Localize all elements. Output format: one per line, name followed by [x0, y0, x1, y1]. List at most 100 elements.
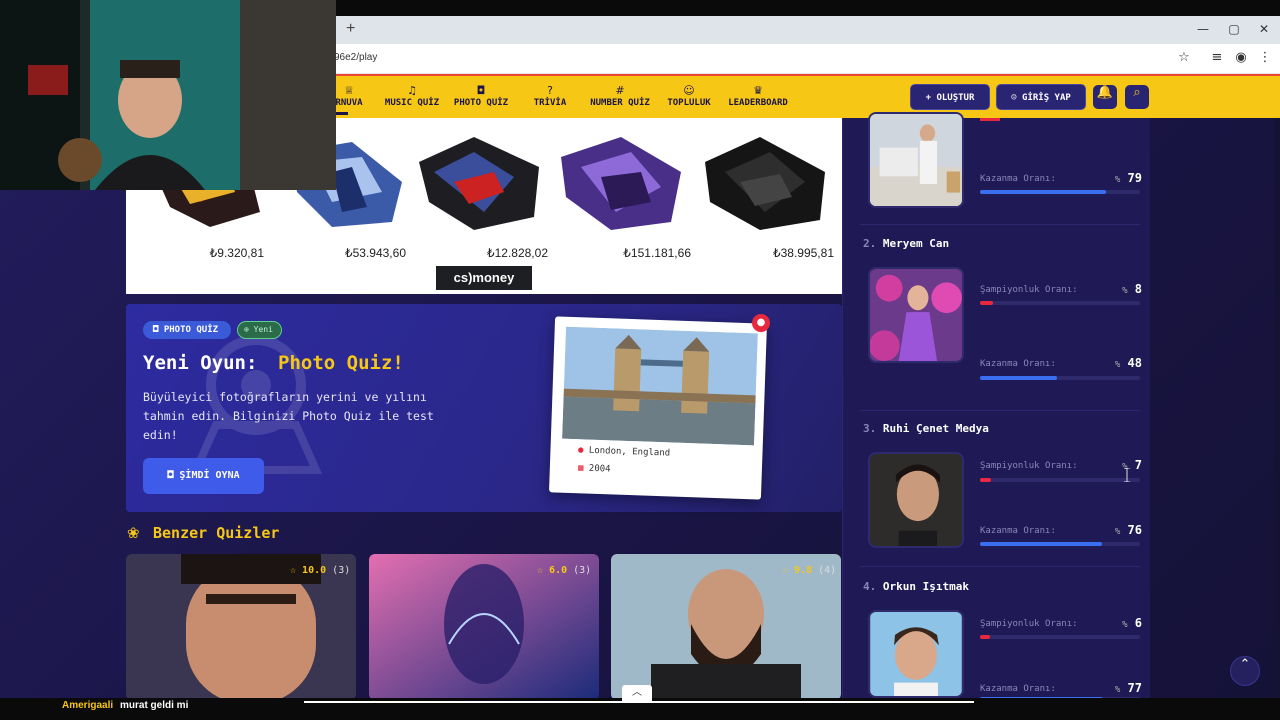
chevron-up-icon[interactable]: ︿	[622, 685, 652, 701]
rating-value: 9.8	[794, 565, 813, 576]
users-icon: ☺	[683, 84, 695, 97]
nav-item-number-quiz[interactable]: # NUMBER QUİZ	[587, 84, 653, 112]
webcam-overlay	[0, 0, 336, 190]
percent-sign: %	[1114, 527, 1121, 537]
nav-label: TRİVİA	[533, 98, 567, 108]
divider	[860, 224, 1140, 225]
champ-rate-bar	[980, 478, 1140, 482]
rank-number: 2.	[863, 237, 877, 250]
glove-image	[705, 137, 825, 230]
win-rate-label: Kazanma Oranı:	[980, 174, 1056, 184]
profile-icon[interactable]: ◉	[1233, 50, 1249, 66]
avatar[interactable]	[868, 610, 964, 698]
percent-sign: %	[1114, 175, 1121, 185]
win-rate-label: Kazanma Oranı:	[980, 359, 1056, 369]
promo-title: Yeni Oyun:	[143, 352, 258, 374]
camera-icon: ◘	[167, 470, 180, 481]
scroll-to-top-button[interactable]: ⌃	[1230, 656, 1260, 686]
glove-image	[419, 137, 539, 230]
video-progress-bar[interactable]	[304, 701, 974, 703]
avatar[interactable]	[868, 267, 964, 363]
champ-rate-fill	[980, 301, 993, 305]
rank-number: 4.	[863, 580, 877, 593]
rating-count: (3)	[573, 565, 592, 576]
percent-sign: %	[1114, 360, 1121, 370]
nav-label: LEADERBOARD	[728, 98, 788, 108]
search-icon[interactable]: ⌕	[1124, 84, 1150, 110]
new-badge: ⊕ Yeni	[237, 321, 282, 339]
promo-description: Büyüleyici fotoğrafların yerini ve yılın…	[143, 390, 434, 442]
win-rate-fill	[980, 542, 1102, 546]
win-rate-value: % 76	[1110, 523, 1142, 537]
leaderboard-rank-4: 4. Orkun Işıtmak	[863, 580, 969, 596]
champ-rate-fill	[980, 478, 992, 482]
create-button[interactable]: + OLUŞTUR	[910, 84, 990, 110]
win-rate-value: % 48	[1110, 356, 1142, 370]
csmoney-logo[interactable]: cs)money	[436, 266, 532, 290]
text-cursor-icon	[1124, 468, 1130, 482]
champ-rate-value: % 8	[1110, 282, 1142, 296]
photo-year: ▦ 2004	[578, 463, 611, 474]
bell-icon[interactable]: 🔔	[1092, 84, 1118, 110]
page-scrollbar[interactable]	[1274, 118, 1280, 698]
question-icon: ?	[547, 84, 553, 97]
login-button[interactable]: ☺ GİRİŞ YAP	[996, 84, 1086, 110]
screen: + — ▢ ✕ 96e2/play ☆ ≡ ◉ ⋮ ♕ RNUVA ♫ MUSIC …	[0, 0, 1280, 720]
glove-image	[561, 137, 681, 230]
player-name[interactable]: Meryem Can	[883, 237, 949, 250]
avatar[interactable]	[868, 112, 964, 208]
win-rate-value: % 79	[1110, 171, 1142, 185]
nav-item-tournament[interactable]: ♕ RNUVA	[334, 84, 364, 112]
location-pin-icon: ●	[752, 314, 770, 332]
win-rate-bar	[980, 542, 1140, 546]
rank-number: 3.	[863, 422, 877, 435]
nav-item-photo-quiz[interactable]: ◘ PHOTO QUİZ	[451, 84, 511, 112]
percent-sign: %	[1122, 286, 1128, 296]
percent-sign: %	[1122, 620, 1128, 630]
nav-item-community[interactable]: ☺ TOPLULUK	[664, 84, 714, 112]
player-name[interactable]: Ruhi Çenet Medya	[883, 422, 989, 435]
item-price: ₺38.995,81	[772, 246, 834, 260]
trophy-icon: ♕	[344, 84, 354, 97]
item-price: ₺53.943,60	[344, 246, 406, 260]
avatar[interactable]	[868, 452, 964, 548]
nav-item-music-quiz[interactable]: ♫ MUSIC QUİZ	[382, 84, 442, 112]
champ-rate-bar	[980, 635, 1140, 639]
nav-item-leaderboard[interactable]: ♛ LEADERBOARD	[726, 84, 790, 112]
nav-label: PHOTO QUİZ	[453, 98, 509, 108]
champ-rate-number: 6	[1134, 616, 1142, 630]
play-now-button[interactable]: ◘ ŞİMDİ OYNA	[143, 458, 264, 494]
new-tab-button[interactable]: +	[346, 20, 360, 38]
browser-menu-icon[interactable]: ⋮	[1257, 50, 1273, 66]
badge-label: Yeni	[253, 325, 273, 334]
champ-rate-label: Şampiyonluk Oranı:	[980, 461, 1078, 471]
champ-rate-value: % 6	[1110, 616, 1142, 630]
close-window-button[interactable]: ✕	[1257, 22, 1271, 36]
win-rate-number: 79	[1127, 171, 1142, 185]
calendar-icon: ▦	[577, 463, 590, 474]
maximize-button[interactable]: ▢	[1227, 22, 1241, 36]
star-icon: ☆	[782, 565, 795, 576]
player-name[interactable]: Orkun Işıtmak	[883, 580, 969, 593]
win-rate-fill	[980, 376, 1057, 380]
rating-count: (3)	[332, 565, 351, 576]
item-price: ₺9.320,81	[209, 246, 264, 260]
rating-value: 10.0	[302, 565, 327, 576]
bookmark-star-icon[interactable]: ☆	[1176, 50, 1192, 66]
champ-rate-label: Şampiyonluk Oranı:	[980, 619, 1078, 629]
champ-rate-bar	[980, 301, 1140, 305]
location-pin-icon: ●	[577, 445, 590, 456]
nav-label: RNUVA	[335, 98, 363, 108]
nav-item-trivia[interactable]: ? TRİVİA	[530, 84, 570, 112]
minimize-button[interactable]: —	[1196, 22, 1210, 36]
media-controls-icon[interactable]: ≡	[1209, 50, 1225, 66]
category-badge: ◘ PHOTO QUİZ	[143, 321, 231, 339]
champ-rate-label: Şampiyonluk Oranı:	[980, 285, 1078, 295]
tower-bridge-photo	[562, 326, 758, 446]
win-rate-number: 77	[1127, 681, 1142, 695]
similar-quizzes-title: Benzer Quizler	[153, 524, 280, 542]
login-label: GİRİŞ YAP	[1022, 93, 1071, 103]
leaderboard-rank-3: 3. Ruhi Çenet Medya	[863, 422, 989, 438]
url-text[interactable]: 96e2/play	[334, 52, 377, 66]
nav-label: NUMBER QUİZ	[590, 98, 650, 108]
